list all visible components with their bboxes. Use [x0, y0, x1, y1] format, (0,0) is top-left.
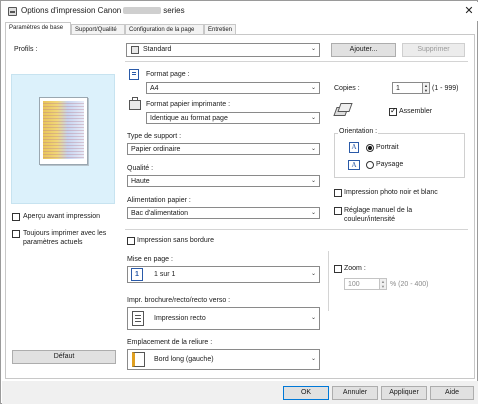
- profiles-dropdown[interactable]: Standard ⌄: [126, 43, 320, 57]
- duplex-value: Impression recto: [154, 315, 206, 322]
- manual-color-label-line1: Réglage manuel de la: [344, 207, 413, 214]
- zoom-divider: [328, 251, 329, 311]
- help-button[interactable]: Aide: [430, 386, 474, 400]
- printer-paper-size-dropdown[interactable]: Identique au format page ⌄: [146, 112, 320, 124]
- zoom-checkbox[interactable]: [334, 265, 342, 273]
- duplex-dropdown[interactable]: Impression recto ⌄: [127, 307, 320, 330]
- print-options-window: Options d'impression Canon series ✕ Param…: [0, 0, 478, 404]
- chevron-down-icon: ⌄: [310, 115, 316, 121]
- profiles-label: Profils :: [14, 46, 38, 53]
- chevron-down-icon: ⌄: [310, 146, 316, 152]
- paper-source-label: Alimentation papier :: [127, 197, 191, 204]
- grayscale-checkbox[interactable]: [334, 189, 342, 197]
- printer-paper-size-label: Format papier imprimante :: [146, 101, 231, 108]
- landscape-icon: A: [348, 160, 360, 170]
- cancel-button[interactable]: Annuler: [332, 386, 378, 400]
- printer-icon: [8, 7, 17, 16]
- binding-edge-icon: [132, 352, 145, 367]
- binding-dropdown[interactable]: Bord long (gauche) ⌄: [127, 349, 320, 370]
- orientation-group: [334, 133, 465, 178]
- page-size-label: Format page :: [146, 71, 190, 78]
- chevron-down-icon: ⌄: [310, 210, 316, 216]
- tab-basic-settings[interactable]: Paramètres de base: [5, 22, 71, 35]
- default-button[interactable]: Défaut: [12, 350, 116, 364]
- add-profile-button[interactable]: Ajouter...: [331, 43, 396, 57]
- chevron-down-icon: ⌄: [310, 356, 316, 362]
- always-print-label-line1: Toujours imprimer avec les: [23, 230, 107, 237]
- media-type-label: Type de support :: [127, 133, 182, 140]
- ok-button[interactable]: OK: [283, 386, 329, 400]
- copies-label: Copies :: [334, 85, 360, 92]
- preview-text-lines: [43, 101, 84, 159]
- zoom-input[interactable]: 100: [344, 278, 380, 290]
- quality-label: Qualité :: [127, 165, 154, 172]
- profile-icon: [131, 46, 139, 54]
- printer-paper-size-value: Identique au format page: [150, 115, 228, 122]
- collate-icon: [333, 101, 355, 117]
- page-size-icon: [129, 69, 139, 80]
- always-print-current-checkbox[interactable]: [12, 230, 20, 238]
- copies-range: (1 - 999): [432, 85, 459, 92]
- zoom-label: Zoom :: [344, 265, 366, 272]
- window-title-prefix: Options d'impression Canon: [21, 6, 122, 15]
- binding-value: Bord long (gauche): [154, 356, 214, 363]
- section-divider: [125, 229, 468, 230]
- preview-checkbox[interactable]: [12, 213, 20, 221]
- manual-color-label-line2: couleur/intensité: [344, 216, 395, 223]
- zoom-spinner[interactable]: ▲ ▼: [380, 278, 387, 290]
- quality-value: Haute: [131, 178, 150, 185]
- quality-dropdown[interactable]: Haute ⌄: [127, 175, 320, 187]
- always-print-label-line2: paramètres actuels: [23, 239, 83, 246]
- preview-page: [39, 97, 88, 165]
- title-bar: Options d'impression Canon series ✕: [2, 2, 478, 21]
- layout-value: 1 sur 1: [154, 271, 176, 278]
- portrait-radio[interactable]: [366, 144, 374, 152]
- borderless-checkbox[interactable]: [127, 237, 135, 245]
- grayscale-label: Impression photo noir et blanc: [344, 189, 438, 196]
- apply-button[interactable]: Appliquer: [381, 386, 427, 400]
- media-type-dropdown[interactable]: Papier ordinaire ⌄: [127, 143, 320, 155]
- window-title: Options d'impression Canon series: [21, 6, 185, 15]
- page-size-value: A4: [150, 85, 159, 92]
- copies-spinner[interactable]: ▲ ▼: [423, 82, 430, 94]
- landscape-radio[interactable]: [366, 161, 374, 169]
- layout-label: Mise en page :: [127, 256, 173, 263]
- orientation-label: Orientation :: [338, 128, 379, 135]
- chevron-down-icon: ⌄: [310, 85, 316, 91]
- profiles-divider: [125, 61, 468, 62]
- manual-color-checkbox[interactable]: [334, 207, 342, 215]
- delete-profile-button[interactable]: Supprimer: [402, 43, 465, 57]
- duplex-label: Impr. brochure/recto/recto verso :: [127, 297, 231, 304]
- collate-checkbox[interactable]: [389, 106, 397, 116]
- landscape-label: Paysage: [376, 161, 404, 168]
- paper-source-value: Bac d'alimentation: [131, 210, 188, 217]
- chevron-down-icon: ⌄: [310, 46, 316, 52]
- preview-checkbox-label: Aperçu avant impression: [23, 213, 101, 220]
- zoom-range: % (20 - 400): [390, 281, 429, 288]
- chevron-down-icon: ⌄: [310, 271, 316, 277]
- portrait-icon: A: [349, 142, 359, 153]
- single-side-icon: [132, 311, 144, 326]
- close-icon[interactable]: ✕: [463, 5, 475, 17]
- binding-label: Emplacement de la reliure :: [127, 339, 213, 346]
- page-size-dropdown[interactable]: A4 ⌄: [146, 82, 320, 94]
- layout-page-icon: 1: [131, 268, 143, 281]
- printer-paper-icon: [129, 97, 141, 110]
- portrait-label: Portrait: [376, 144, 399, 151]
- collate-label: Assembler: [399, 108, 433, 115]
- profiles-value: Standard: [143, 46, 172, 53]
- borderless-label: Impression sans bordure: [137, 237, 215, 244]
- layout-dropdown[interactable]: 1 1 sur 1 ⌄: [127, 266, 320, 283]
- redacted-model-name: [123, 7, 162, 15]
- chevron-down-icon: ⌄: [310, 178, 316, 184]
- chevron-down-icon: ⌄: [310, 315, 316, 321]
- media-type-value: Papier ordinaire: [131, 146, 181, 153]
- window-title-suffix: series: [163, 6, 185, 15]
- paper-source-dropdown[interactable]: Bac d'alimentation ⌄: [127, 207, 320, 219]
- copies-input[interactable]: 1: [392, 82, 423, 94]
